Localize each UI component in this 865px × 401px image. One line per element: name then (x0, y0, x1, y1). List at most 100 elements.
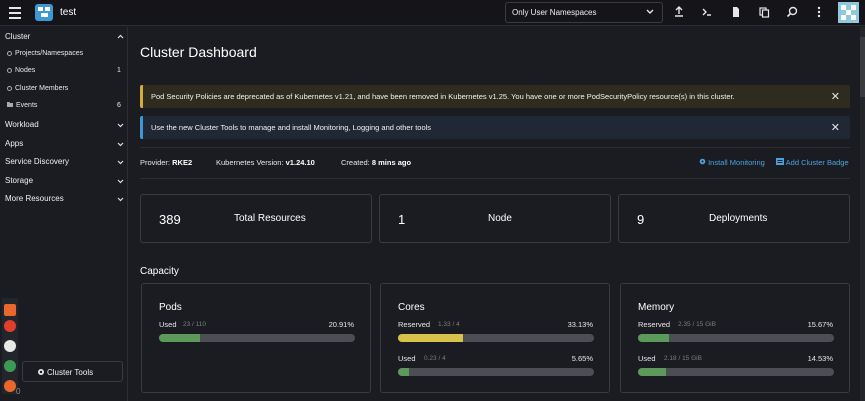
progress-bar (638, 334, 834, 342)
capacity-title: Pods (159, 302, 182, 313)
stat-card-total-resources[interactable]: 389 Total Resources (140, 194, 372, 243)
chevron-up-icon[interactable] (117, 34, 124, 39)
stat-card-node[interactable]: 1 Node (379, 194, 611, 243)
accessibility-icon[interactable] (4, 360, 16, 372)
window-icon[interactable] (4, 340, 16, 352)
stat-label: Deployments (709, 213, 768, 224)
capacity-title: Memory (638, 302, 675, 313)
usage-detail: 1.33 / 4 (438, 321, 460, 328)
created-meta: Created: 8 mins ago (341, 158, 412, 167)
chevron-down-icon (646, 9, 654, 14)
usage-percent: 15.67% (807, 320, 833, 329)
cluster-logo-icon (35, 4, 53, 21)
events-count: 6 (117, 102, 121, 109)
usage-label: Used (638, 354, 656, 363)
cluster-name: test (60, 7, 77, 18)
nav-group-service-discovery[interactable]: Service Discovery (5, 157, 69, 166)
page-title: Cluster Dashboard (140, 44, 257, 60)
stat-value: 1 (398, 212, 406, 227)
more-options-icon[interactable] (812, 5, 826, 19)
nav-group-workload[interactable]: Workload (5, 120, 39, 129)
microphone-icon[interactable] (4, 320, 16, 332)
divider (140, 178, 850, 179)
close-icon[interactable]: ✕ (831, 90, 840, 103)
top-bar: test Only User Namespaces (0, 0, 865, 26)
progress-bar (398, 368, 594, 376)
nodes-count: 1 (117, 67, 121, 74)
usage-percent: 20.91% (328, 320, 354, 329)
namespace-filter-select[interactable]: Only User Namespaces (505, 2, 663, 23)
nav-group-storage[interactable]: Storage (5, 176, 33, 185)
kubectl-shell-icon[interactable] (700, 5, 714, 19)
capacity-heading: Capacity (140, 266, 179, 277)
chevron-down-icon[interactable] (117, 160, 124, 165)
close-icon[interactable]: ✕ (831, 121, 840, 134)
divider (140, 147, 850, 148)
usage-percent: 5.65% (571, 354, 593, 363)
sidebar-item-cluster-members[interactable]: Cluster Members (7, 85, 68, 92)
resource-icon (7, 68, 12, 73)
resource-icon (7, 86, 12, 91)
usage-percent: 33.13% (567, 320, 593, 329)
progress-bar-fill (159, 334, 200, 342)
chevron-down-icon[interactable] (117, 197, 124, 202)
chat-icon[interactable] (4, 380, 16, 392)
capacity-card-cores: Cores Reserved 1.33 / 4 33.13% Used 0.23… (380, 283, 610, 393)
progress-bar-fill (398, 334, 463, 342)
stat-value: 389 (159, 212, 181, 227)
progress-bar-fill (398, 368, 410, 376)
stat-card-deployments[interactable]: 9 Deployments (618, 194, 850, 243)
usage-detail: 23 / 110 (183, 321, 207, 328)
browser-extension-dock (2, 298, 18, 394)
folder-icon (7, 102, 13, 107)
version-label: 0 (16, 387, 21, 396)
menu-icon[interactable] (9, 7, 21, 19)
usage-label: Used (159, 320, 177, 329)
capacity-card-pods: Pods Used 23 / 110 20.91% (141, 283, 371, 393)
arrow-icon[interactable] (4, 304, 16, 316)
add-cluster-badge-link[interactable]: Add Cluster Badge (776, 158, 849, 167)
sidebar: Cluster Projects/Namespaces Nodes 1 Clus… (0, 27, 128, 401)
nav-group-more-resources[interactable]: More Resources (5, 194, 64, 203)
sidebar-item-nodes[interactable]: Nodes (7, 67, 35, 74)
cluster-tools-button[interactable]: Cluster Tools (22, 361, 123, 382)
gear-icon (699, 158, 706, 165)
usage-label: Reserved (638, 320, 671, 329)
usage-detail: 0.23 / 4 (424, 355, 446, 362)
upload-icon[interactable] (672, 5, 686, 19)
chevron-down-icon[interactable] (117, 142, 124, 147)
nav-group-apps[interactable]: Apps (5, 139, 23, 148)
capacity-card-memory: Memory Reserved 2.35 / 15 GiB 15.67% Use… (620, 283, 850, 393)
nav-group-cluster[interactable]: Cluster (5, 32, 30, 41)
warning-banner: Pod Security Policies are deprecated as … (140, 85, 850, 108)
stat-label: Total Resources (234, 213, 306, 224)
usage-label: Used (398, 354, 416, 363)
resource-icon (7, 51, 12, 56)
sidebar-item-events[interactable]: Events (7, 102, 37, 109)
progress-bar (398, 334, 594, 342)
progress-bar-fill (638, 368, 667, 376)
namespace-filter-value: Only User Namespaces (512, 8, 597, 17)
capacity-title: Cores (398, 302, 425, 313)
copy-kubeconfig-icon[interactable] (757, 5, 771, 19)
sidebar-item-projects-namespaces[interactable]: Projects/Namespaces (7, 50, 83, 57)
stat-value: 9 (637, 212, 645, 227)
usage-detail: 2.35 / 15 GiB (678, 321, 716, 328)
chevron-down-icon[interactable] (117, 179, 124, 184)
chevron-down-icon[interactable] (117, 123, 124, 128)
download-kubeconfig-icon[interactable] (729, 5, 743, 19)
kubernetes-version-meta: Kubernetes Version: v1.24.10 (216, 158, 315, 167)
usage-percent: 14.53% (807, 354, 833, 363)
provider-meta: Provider: RKE2 (140, 158, 193, 167)
progress-bar (638, 368, 834, 376)
warning-banner-text: Pod Security Policies are deprecated as … (151, 92, 735, 101)
scrollbar[interactable] (860, 27, 865, 401)
search-icon[interactable] (785, 5, 799, 19)
stat-label: Node (488, 213, 512, 224)
install-monitoring-link[interactable]: Install Monitoring (699, 158, 765, 167)
usage-label: Reserved (398, 320, 431, 329)
usage-detail: 2.18 / 15 GiB (664, 355, 702, 362)
gear-icon (38, 369, 44, 375)
user-avatar[interactable] (838, 2, 859, 23)
info-banner: Use the new Cluster Tools to manage and … (140, 116, 850, 139)
